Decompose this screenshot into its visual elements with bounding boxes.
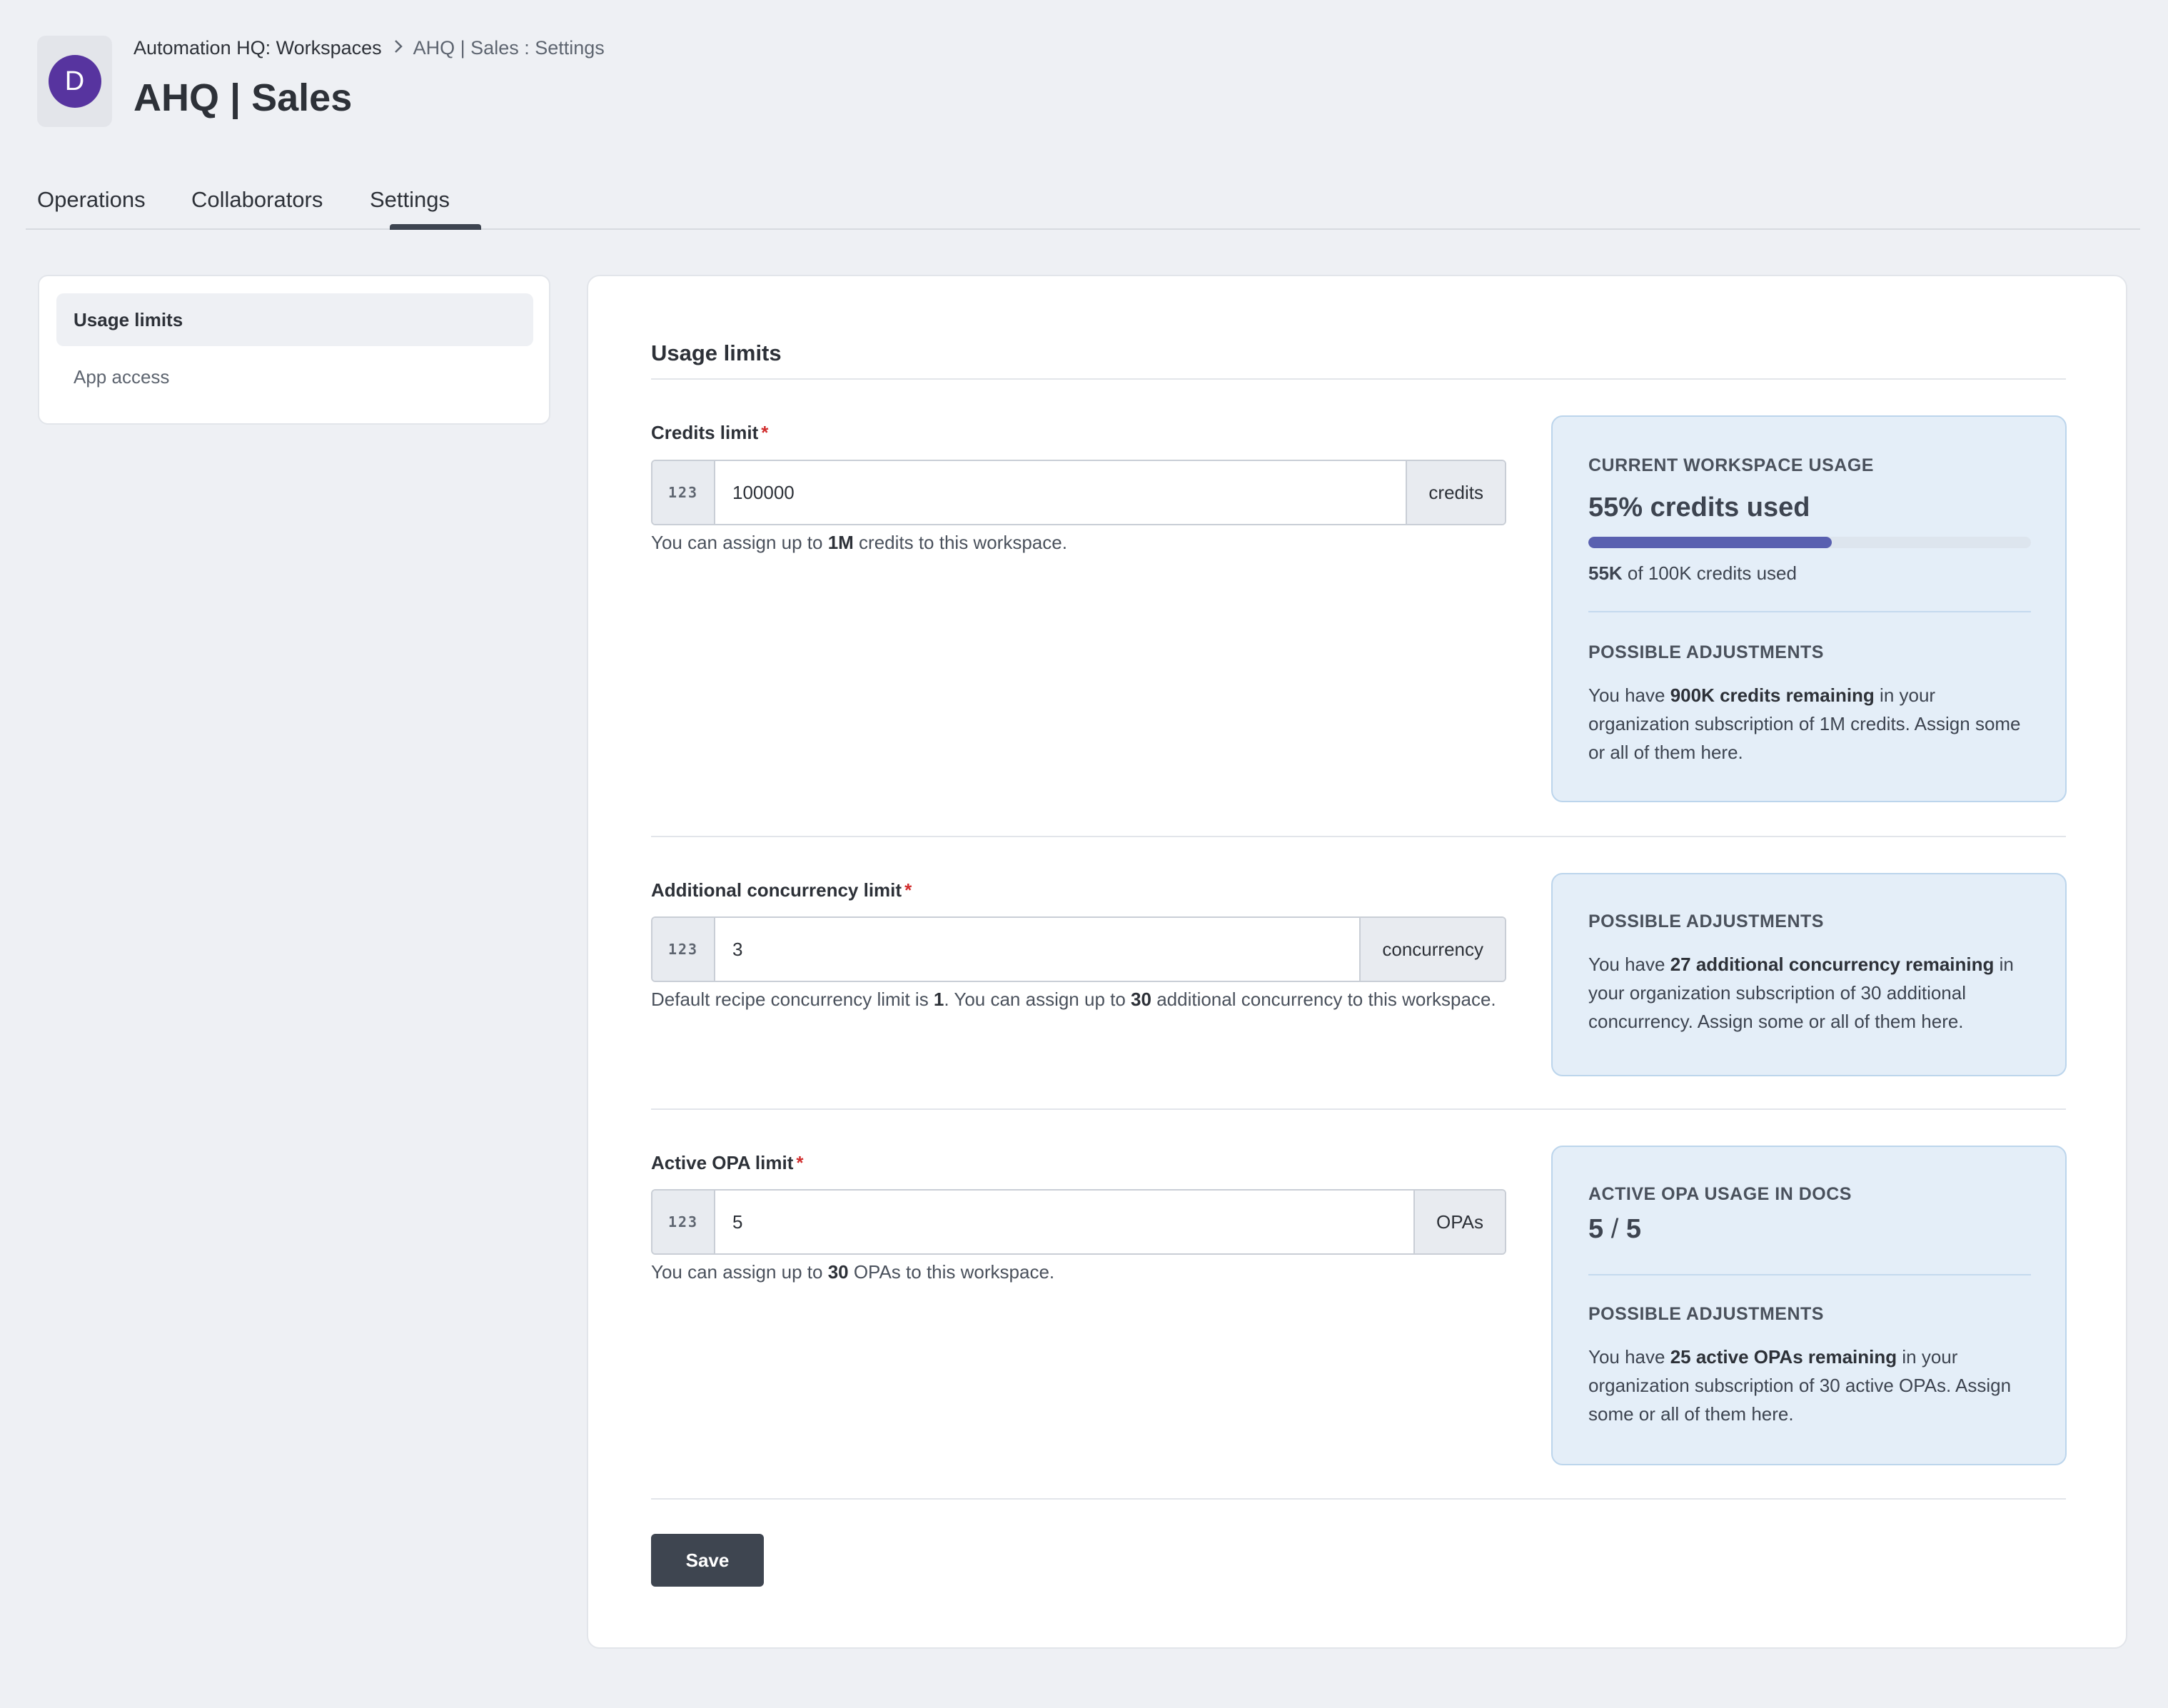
opa-limit-label: Active OPA limit * bbox=[651, 1152, 804, 1174]
save-button[interactable]: Save bbox=[651, 1534, 764, 1587]
opa-usage-value: 5 / 5 bbox=[1588, 1214, 1641, 1245]
usage-heading: CURRENT WORKSPACE USAGE bbox=[1588, 455, 1874, 475]
concurrency-unit: concurrency bbox=[1359, 918, 1505, 981]
concurrency-help-text: Default recipe concurrency limit is 1. Y… bbox=[651, 989, 1496, 1011]
number-type-icon: 123 bbox=[652, 461, 715, 524]
credits-percent-used: 55% credits used bbox=[1588, 492, 1810, 522]
breadcrumb-current: AHQ | Sales : Settings bbox=[413, 37, 605, 59]
help-text: Default recipe concurrency limit is bbox=[651, 989, 934, 1010]
workspace-avatar: D bbox=[37, 36, 112, 127]
credits-label-text: Credits limit bbox=[651, 422, 759, 443]
opa-adjustment-text: You have 25 active OPAs remaining in you… bbox=[1588, 1343, 2038, 1428]
divider bbox=[651, 1108, 2066, 1110]
number-type-icon: 123 bbox=[652, 1191, 715, 1253]
breadcrumb: Automation HQ: Workspaces AHQ | Sales : … bbox=[133, 37, 605, 59]
opa-input-group: 123 OPAs bbox=[651, 1189, 1506, 1255]
concurrency-input-group: 123 concurrency bbox=[651, 916, 1506, 982]
concurrency-label-text: Additional concurrency limit bbox=[651, 879, 902, 901]
concurrency-limit-label: Additional concurrency limit * bbox=[651, 879, 912, 901]
help-bold: 30 bbox=[1131, 989, 1151, 1010]
adjust-bold: 27 additional concurrency remaining bbox=[1670, 954, 1995, 975]
adjustments-heading: POSSIBLE ADJUSTMENTS bbox=[1588, 642, 1824, 662]
credits-progress-fill bbox=[1588, 537, 1832, 548]
chevron-right-icon bbox=[393, 37, 403, 59]
usage-limits-card: Usage limits Credits limit* 123 credits … bbox=[587, 275, 2127, 1649]
credits-limit-label: Credits limit * bbox=[651, 422, 768, 444]
adjustments-heading: POSSIBLE ADJUSTMENTS bbox=[1588, 1304, 1824, 1324]
concurrency-info-panel: POSSIBLE ADJUSTMENTS You have 27 additio… bbox=[1551, 873, 2067, 1076]
required-marker: * bbox=[796, 1152, 804, 1173]
concurrency-adjustment-text: You have 27 additional concurrency remai… bbox=[1588, 950, 2038, 1036]
adjustments-heading: POSSIBLE ADJUSTMENTS bbox=[1588, 911, 1824, 931]
breadcrumb-parent-link[interactable]: Automation HQ: Workspaces bbox=[133, 37, 382, 59]
tab-settings[interactable]: Settings bbox=[370, 187, 450, 227]
number-type-icon: 123 bbox=[652, 918, 715, 981]
opa-usage-heading: ACTIVE OPA USAGE IN DOCS bbox=[1588, 1184, 1852, 1204]
page-title: AHQ | Sales bbox=[133, 76, 353, 119]
divider bbox=[651, 378, 2066, 380]
opa-info-panel: ACTIVE OPA USAGE IN DOCS 5 / 5 POSSIBLE … bbox=[1551, 1146, 2067, 1465]
avatar-letter: D bbox=[48, 55, 101, 108]
credits-used-text: 55K of 100K credits used bbox=[1588, 562, 1797, 585]
divider bbox=[651, 836, 2066, 837]
opa-limit-input[interactable] bbox=[715, 1191, 1414, 1253]
concurrency-limit-input[interactable] bbox=[715, 918, 1360, 981]
credits-input-group: 123 credits bbox=[651, 460, 1506, 525]
divider bbox=[651, 1498, 2066, 1500]
sidebar-item-usage-limits[interactable]: Usage limits bbox=[56, 293, 533, 346]
adjust-bold: 25 active OPAs remaining bbox=[1670, 1346, 1897, 1368]
help-bold: 30 bbox=[827, 1261, 849, 1283]
help-text: You can assign up to bbox=[651, 1261, 828, 1283]
panel-divider bbox=[1588, 611, 2031, 612]
required-marker: * bbox=[761, 422, 769, 443]
credits-adjustment-text: You have 900K credits remaining in your … bbox=[1588, 681, 2038, 767]
help-text: . You can assign up to bbox=[944, 989, 1131, 1010]
credits-unit: credits bbox=[1406, 461, 1505, 524]
tab-collaborators[interactable]: Collaborators bbox=[191, 187, 323, 227]
help-text: You can assign up to bbox=[651, 532, 828, 553]
opa-label-text: Active OPA limit bbox=[651, 1152, 794, 1173]
panel-divider bbox=[1588, 1274, 2031, 1275]
adjust-text: You have bbox=[1588, 1346, 1670, 1368]
credits-limit-input[interactable] bbox=[715, 461, 1406, 524]
credits-help-text: You can assign up to 1M credits to this … bbox=[651, 532, 1067, 554]
opa-used: 5 bbox=[1588, 1214, 1604, 1244]
opa-unit: OPAs bbox=[1413, 1191, 1505, 1253]
section-title: Usage limits bbox=[651, 340, 782, 365]
opa-separator: / bbox=[1603, 1214, 1626, 1244]
tab-bar: Operations Collaborators Settings bbox=[26, 168, 2140, 230]
adjust-text: You have bbox=[1588, 954, 1670, 975]
opa-help-text: You can assign up to 30 OPAs to this wor… bbox=[651, 1261, 1054, 1283]
credits-info-panel: CURRENT WORKSPACE USAGE 55% credits used… bbox=[1551, 415, 2067, 802]
opa-total: 5 bbox=[1625, 1214, 1641, 1244]
adjust-bold: 900K credits remaining bbox=[1670, 684, 1875, 706]
active-tab-indicator bbox=[390, 224, 481, 230]
required-marker: * bbox=[904, 879, 912, 901]
credits-progress-bar bbox=[1588, 537, 2031, 548]
settings-sidebar: Usage limits App access bbox=[38, 275, 550, 425]
help-text: additional concurrency to this workspace… bbox=[1151, 989, 1496, 1010]
help-text: credits to this workspace. bbox=[853, 532, 1067, 553]
tab-operations[interactable]: Operations bbox=[37, 187, 146, 227]
credits-used-value: 55K bbox=[1588, 562, 1623, 584]
help-text: OPAs to this workspace. bbox=[848, 1261, 1055, 1283]
credits-used-rest: of 100K credits used bbox=[1622, 562, 1797, 584]
help-bold: 1 bbox=[933, 989, 944, 1010]
help-bold: 1M bbox=[827, 532, 854, 553]
adjust-text: You have bbox=[1588, 684, 1670, 706]
sidebar-item-app-access[interactable]: App access bbox=[56, 350, 533, 403]
